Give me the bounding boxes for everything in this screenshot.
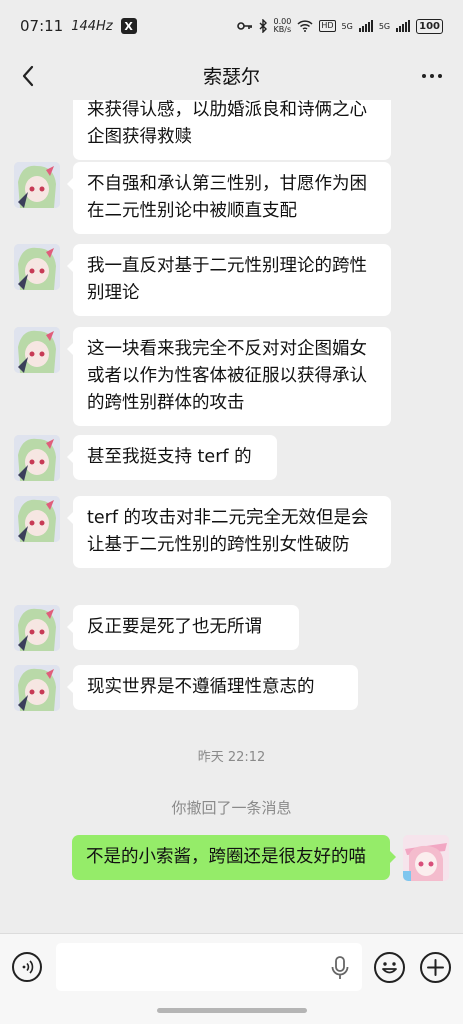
avatar[interactable] xyxy=(14,162,60,208)
message-bubble[interactable]: 这一块看来我完全不反对对企图媚女或者以作为性客体被征服以获得承认的跨性别群体的攻… xyxy=(67,327,391,426)
more-dots-icon xyxy=(422,74,426,78)
message-input[interactable] xyxy=(56,943,362,991)
avatar-image xyxy=(14,162,60,208)
sent-message-bubble[interactable]: 不是的小索酱，跨圈还是很友好的喵 xyxy=(72,835,396,880)
message-text: 来获得认感，以肋婚派良和诗俩之心企图获得救赎 xyxy=(87,100,367,147)
network-speed: 0.00 KB/s xyxy=(274,18,292,34)
message-bubble[interactable]: 我一直反对基于二元性别理论的跨性别理论 xyxy=(67,244,391,316)
signal-icon-2 xyxy=(396,20,411,32)
clock: 07:11 xyxy=(20,17,64,35)
message-text: terf 的攻击对非二元完全无效但是会让基于二元性别的跨性别女性破防 xyxy=(87,508,369,555)
voice-button[interactable] xyxy=(12,952,42,982)
microphone-icon xyxy=(331,956,349,979)
status-right: 0.00 KB/s HD 5G 5G 100 xyxy=(236,18,443,34)
message-text: 这一块看来我完全不反对对企图媚女或者以作为性客体被征服以获得承认的跨性别群体的攻… xyxy=(87,339,367,413)
message-text: 不是的小索酱，跨圈还是很友好的喵 xyxy=(86,847,366,867)
mic-button[interactable] xyxy=(330,956,350,980)
emoji-icon xyxy=(382,962,397,974)
message-bubble[interactable]: 现实世界是不遵循理性意志的 xyxy=(67,665,358,710)
message-bubble[interactable]: terf 的攻击对非二元完全无效但是会让基于二元性别的跨性别女性破防 xyxy=(67,496,391,568)
avatar-image xyxy=(14,244,60,290)
avatar[interactable] xyxy=(14,496,60,542)
avatar-image xyxy=(14,435,60,481)
home-indicator[interactable] xyxy=(157,1008,307,1013)
avatar[interactable] xyxy=(14,244,60,290)
self-avatar[interactable] xyxy=(403,835,449,881)
emoji-button[interactable] xyxy=(374,952,405,983)
message-timestamp: 昨天 22:12 xyxy=(197,750,266,765)
avatar-image xyxy=(14,605,60,651)
message-text: 我一直反对基于二元性别理论的跨性别理论 xyxy=(87,256,367,303)
message-text: 反正要是死了也无所谓 xyxy=(87,617,262,637)
network-type-1: 5G xyxy=(341,21,353,31)
message-bubble[interactable]: 来获得认感，以肋婚派良和诗俩之心企图获得救赎 xyxy=(73,100,391,160)
message-bubble[interactable]: 反正要是死了也无所谓 xyxy=(67,605,299,650)
key-icon xyxy=(236,22,252,30)
bluetooth-icon xyxy=(259,19,267,33)
status-left: 07:11 144Hz X xyxy=(20,17,137,35)
battery-indicator: 100 xyxy=(416,18,443,34)
avatar[interactable] xyxy=(14,327,60,373)
avatar-image xyxy=(14,496,60,542)
message-bubble[interactable]: 不自强和承认第三性别，甘愿作为困在二元性别论中被顺直支配 xyxy=(67,162,391,234)
network-type-2: 5G xyxy=(378,21,391,31)
avatar-image xyxy=(403,835,449,881)
avatar[interactable] xyxy=(14,435,60,481)
chat-title: 索瑟尔 xyxy=(202,66,260,88)
message-text: 甚至我挺支持 terf 的 xyxy=(87,447,252,467)
status-bar: 07:11 144Hz X 0.00 KB/s HD 5G 5G 100 xyxy=(0,0,463,52)
refresh-rate: 144Hz xyxy=(71,18,113,34)
avatar-image xyxy=(14,665,60,711)
more-dot xyxy=(438,74,442,78)
chat-scroll-area[interactable]: 来获得认感，以肋婚派良和诗俩之心企图获得救赎 不自强和承认第三性别，甘愿作为困在… xyxy=(0,100,463,933)
recalled-message-notice: 你撤回了一条消息 xyxy=(171,799,292,817)
voice-icon xyxy=(22,960,34,974)
hd-badge-1: HD xyxy=(319,20,336,32)
avatar[interactable] xyxy=(14,665,60,711)
message-bubble[interactable]: 甚至我挺支持 terf 的 xyxy=(67,435,277,480)
wifi-icon xyxy=(297,20,313,32)
message-text: 不自强和承认第三性别，甘愿作为困在二元性别论中被顺直支配 xyxy=(87,174,367,221)
message-text: 现实世界是不遵循理性意志的 xyxy=(87,677,315,697)
chat-header: 索瑟尔 xyxy=(0,52,463,100)
avatar-image xyxy=(14,327,60,373)
more-functions-button[interactable] xyxy=(420,952,451,983)
speed-unit: KB/s xyxy=(273,25,292,34)
signal-icon-1 xyxy=(358,20,373,32)
x-app-icon: X xyxy=(120,18,137,34)
more-button[interactable] xyxy=(419,66,445,86)
more-dot xyxy=(430,74,434,78)
avatar[interactable] xyxy=(14,605,60,651)
plus-icon xyxy=(427,959,444,976)
